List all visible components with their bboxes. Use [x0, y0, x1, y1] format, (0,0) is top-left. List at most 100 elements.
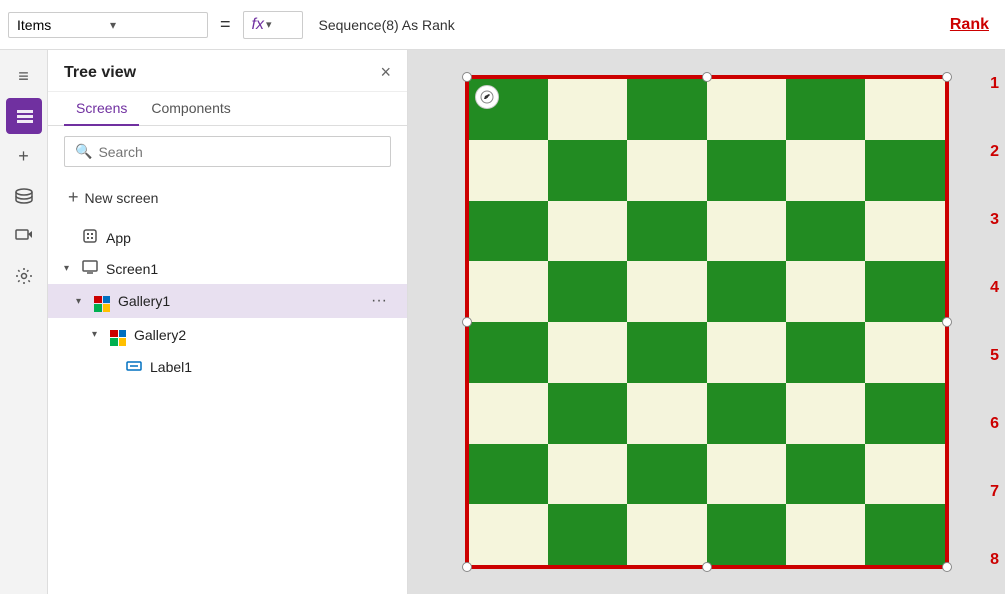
- cell-r5-c5: [865, 383, 944, 444]
- cell-r4-c5: [865, 322, 944, 383]
- new-screen-label: New screen: [85, 190, 159, 206]
- cell-r2-c1: [548, 201, 627, 262]
- cell-r7-c5: [865, 504, 944, 565]
- settings-icon: [14, 266, 34, 286]
- cell-r6-c3: [707, 444, 786, 505]
- rank-8: 8: [990, 551, 1001, 569]
- cell-r6-c4: [786, 444, 865, 505]
- tree-item-gallery1[interactable]: ▾ Gallery1 ···: [48, 284, 407, 318]
- gallery2-icon: [110, 324, 126, 346]
- gallery1-label: Gallery1: [118, 293, 363, 309]
- tree-item-app[interactable]: App: [48, 222, 407, 253]
- cell-r6-c2: [627, 444, 706, 505]
- cell-r1-c2: [627, 140, 706, 201]
- icon-bar-media[interactable]: [6, 218, 42, 254]
- tree-item-label1[interactable]: Label1: [48, 352, 407, 383]
- screen-icon: [82, 259, 98, 278]
- search-icon: 🔍: [75, 143, 92, 160]
- formula-chevron-icon: ▾: [266, 18, 272, 31]
- layers-icon: [15, 106, 35, 126]
- resize-handle-mr[interactable]: [942, 317, 952, 327]
- cell-r5-c0: [469, 383, 548, 444]
- resize-handle-bl[interactable]: [462, 562, 472, 572]
- main-layout: ≡ +: [0, 50, 1005, 594]
- cell-r3-c0: [469, 261, 548, 322]
- cell-r3-c4: [786, 261, 865, 322]
- gallery1-more-button[interactable]: ···: [367, 290, 391, 312]
- cell-r2-c4: [786, 201, 865, 262]
- search-box[interactable]: 🔍: [64, 136, 391, 167]
- cell-r6-c0: [469, 444, 548, 505]
- icon-bar-menu[interactable]: ≡: [6, 58, 42, 94]
- resize-handle-tl[interactable]: [462, 72, 472, 82]
- fx-icon: fx: [252, 16, 264, 34]
- resize-handle-tr[interactable]: [942, 72, 952, 82]
- icon-bar: ≡ +: [0, 50, 48, 594]
- app-icon: [82, 228, 98, 247]
- cell-r7-c3: [707, 504, 786, 565]
- cell-r1-c5: [865, 140, 944, 201]
- cell-r1-c3: [707, 140, 786, 201]
- gallery1-icon: [94, 290, 110, 312]
- cell-r5-c1: [548, 383, 627, 444]
- cell-r4-c2: [627, 322, 706, 383]
- items-label: Items: [17, 17, 106, 33]
- cell-r2-c3: [707, 201, 786, 262]
- tree-items: App ▾ Screen1 ▾ Gallery1 ···: [48, 218, 407, 594]
- cell-r4-c1: [548, 322, 627, 383]
- equals-icon: =: [216, 14, 235, 35]
- formula-bar[interactable]: fx ▾: [243, 11, 303, 39]
- cell-r6-c1: [548, 444, 627, 505]
- top-bar: Items ▾ = fx ▾ Sequence(8) As Rank Rank: [0, 0, 1005, 50]
- cell-r3-c5: [865, 261, 944, 322]
- resize-handle-ml[interactable]: [462, 317, 472, 327]
- app-label: App: [106, 230, 391, 246]
- cell-r1-c4: [786, 140, 865, 201]
- tree-tabs: Screens Components: [48, 92, 407, 126]
- tab-components[interactable]: Components: [139, 92, 242, 126]
- search-input[interactable]: [98, 144, 380, 160]
- tree-close-button[interactable]: ×: [380, 62, 391, 83]
- tree-item-screen1[interactable]: ▾ Screen1: [48, 253, 407, 284]
- icon-bar-data[interactable]: [6, 178, 42, 214]
- cell-r2-c5: [865, 201, 944, 262]
- tree-item-gallery2[interactable]: ▾ Gallery2: [48, 318, 407, 352]
- rank-1: 1: [990, 75, 1001, 93]
- cell-r0-c4: [786, 79, 865, 140]
- icon-bar-settings[interactable]: [6, 258, 42, 294]
- icon-bar-add[interactable]: +: [6, 138, 42, 174]
- canvas-area: 1 2 3 4 5 6 7 8: [408, 50, 1005, 594]
- dropdown-chevron-icon: ▾: [110, 18, 199, 32]
- label1-icon: [126, 358, 142, 377]
- gallery2-label: Gallery2: [134, 327, 391, 343]
- cell-r0-c3: [707, 79, 786, 140]
- cell-r6-c5: [865, 444, 944, 505]
- rank-2: 2: [990, 143, 1001, 161]
- rank-6: 6: [990, 415, 1001, 433]
- resize-handle-tc[interactable]: [702, 72, 712, 82]
- rank-7: 7: [990, 483, 1001, 501]
- data-icon: [14, 186, 34, 206]
- rank-3: 3: [990, 211, 1001, 229]
- board-edit-icon[interactable]: [475, 85, 499, 109]
- tab-screens[interactable]: Screens: [64, 92, 139, 126]
- cell-r7-c2: [627, 504, 706, 565]
- new-screen-plus-icon: +: [68, 187, 79, 208]
- resize-handle-br[interactable]: [942, 562, 952, 572]
- icon-bar-layers[interactable]: [6, 98, 42, 134]
- cell-r3-c2: [627, 261, 706, 322]
- cell-r7-c4: [786, 504, 865, 565]
- cell-r4-c3: [707, 322, 786, 383]
- formula-text[interactable]: Sequence(8) As Rank: [311, 13, 942, 37]
- cell-r0-c1: [548, 79, 627, 140]
- new-screen-button[interactable]: + New screen: [64, 181, 391, 214]
- checkerboard-wrapper: [465, 75, 949, 569]
- cell-r4-c0: [469, 322, 548, 383]
- items-dropdown[interactable]: Items ▾: [8, 12, 208, 38]
- cell-r4-c4: [786, 322, 865, 383]
- resize-handle-bc[interactable]: [702, 562, 712, 572]
- cell-r7-c0: [469, 504, 548, 565]
- cell-r3-c1: [548, 261, 627, 322]
- cell-r5-c2: [627, 383, 706, 444]
- cell-r0-c5: [865, 79, 944, 140]
